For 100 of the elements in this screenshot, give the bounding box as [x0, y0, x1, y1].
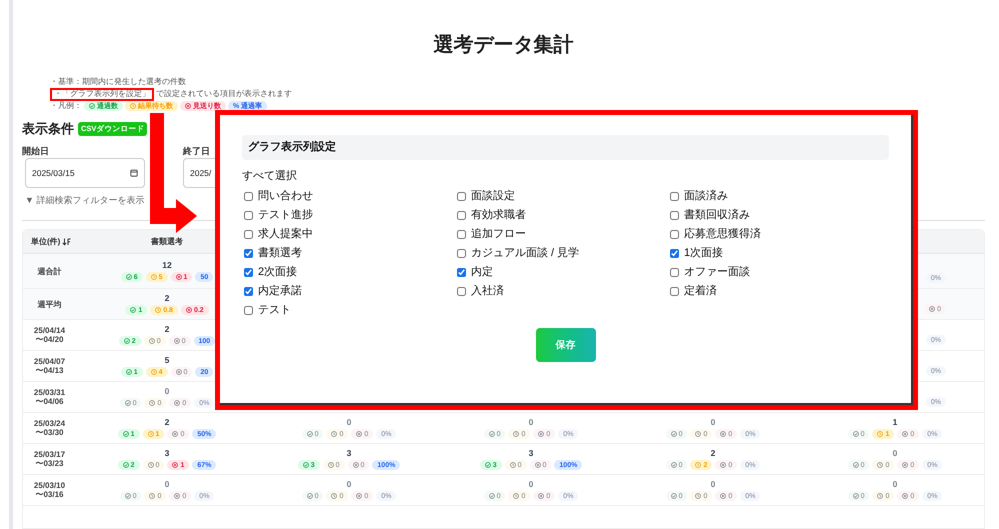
option-label: テスト進捗 — [258, 208, 313, 224]
row-label: 25/03/10 — [34, 481, 66, 490]
check-circle-icon — [124, 338, 130, 344]
clock-icon — [695, 493, 702, 499]
row-label: 25/03/24 — [34, 419, 66, 428]
row-label: 週合計 — [38, 266, 62, 276]
row-label: 〜04/06 — [35, 397, 64, 406]
field-label: 開始日 — [22, 145, 49, 157]
x-circle-icon — [185, 103, 191, 109]
filter-toggle[interactable]: ▼ 詳細検索フィルターを表示 — [25, 194, 144, 206]
check-circle-icon — [852, 431, 859, 437]
check-circle-icon — [852, 493, 859, 499]
x-circle-icon — [929, 306, 936, 312]
row-label: 週平均 — [38, 300, 62, 308]
checkbox[interactable] — [457, 192, 466, 201]
option-label: 書類回収済み — [684, 208, 750, 224]
row-label: 25/03/31 — [34, 388, 66, 397]
count-total: 1 — [892, 417, 898, 428]
checkbox[interactable] — [670, 268, 679, 277]
x-circle-icon — [720, 431, 726, 437]
option-label: 内定 — [471, 264, 493, 280]
checkbox[interactable] — [244, 211, 253, 220]
clock-icon — [513, 493, 520, 499]
sort-icon[interactable] — [62, 238, 72, 246]
clock-icon — [877, 493, 884, 499]
x-circle-icon — [176, 369, 182, 375]
page-title: 選考データ集計 — [434, 33, 574, 57]
checkbox[interactable] — [670, 249, 679, 258]
clock-icon — [513, 431, 520, 437]
checkbox[interactable] — [457, 230, 466, 239]
check-circle-icon — [670, 462, 677, 468]
checkbox[interactable] — [244, 287, 253, 296]
option-label: 書類選考 — [258, 246, 302, 262]
check-circle-icon — [124, 400, 131, 406]
count-total: 0 — [346, 479, 352, 490]
count-total: 5 — [164, 355, 170, 366]
clock-icon — [331, 431, 338, 437]
x-circle-icon — [902, 493, 908, 499]
row-label: 〜03/30 — [35, 428, 64, 437]
checkbox[interactable] — [244, 249, 253, 258]
column-header: 単位(件) — [31, 236, 60, 248]
option-label: 面談設定 — [471, 188, 515, 204]
checkbox[interactable] — [244, 230, 253, 239]
x-circle-icon — [174, 493, 180, 499]
clock-icon — [155, 307, 162, 313]
option-label: 求人提案中 — [258, 226, 313, 242]
x-circle-icon — [902, 462, 908, 468]
clock-icon — [149, 400, 156, 406]
checkbox[interactable] — [457, 249, 466, 258]
count-total: 0 — [710, 417, 716, 428]
select-all-link[interactable]: すべて選択 — [242, 168, 297, 184]
option-label: 定着済 — [684, 284, 717, 300]
checkbox[interactable] — [457, 268, 466, 277]
x-circle-icon — [174, 338, 180, 344]
checkbox[interactable] — [670, 287, 679, 296]
option-label: カジュアル面談 / 見学 — [471, 246, 580, 262]
x-circle-icon — [352, 462, 358, 468]
x-circle-icon — [176, 274, 182, 280]
check-circle-icon — [306, 493, 313, 499]
option-label: 入社済 — [471, 284, 504, 300]
check-circle-icon — [670, 431, 677, 437]
option-label: 2次面接 — [258, 264, 298, 280]
date-field[interactable]: 2025/03/15 — [25, 158, 145, 188]
x-circle-icon — [538, 493, 544, 499]
clock-icon — [150, 274, 157, 280]
note-text: で設定されている項目が表示されます — [156, 88, 292, 100]
checkbox[interactable] — [670, 230, 679, 239]
checkbox[interactable] — [244, 306, 253, 315]
clock-icon — [148, 338, 155, 344]
clock-icon — [148, 431, 154, 437]
count-total: 2 — [164, 293, 170, 304]
count-total: 2 — [164, 417, 170, 428]
row-label: 〜03/23 — [35, 459, 64, 468]
clock-icon — [877, 431, 884, 437]
row-label: 〜03/16 — [35, 490, 64, 499]
checkbox[interactable] — [670, 211, 679, 220]
note-text: ・基準：期間内に発生した選考の件数 — [50, 76, 186, 88]
clock-icon — [150, 369, 157, 375]
check-circle-icon — [306, 431, 313, 437]
checkbox[interactable] — [457, 287, 466, 296]
checkbox[interactable] — [244, 192, 253, 201]
option-label: 1次面接 — [684, 246, 724, 262]
checkbox[interactable] — [244, 268, 253, 277]
row-label: 〜04/20 — [35, 335, 64, 344]
checkbox[interactable] — [670, 192, 679, 201]
option-label: 問い合わせ — [258, 189, 313, 204]
count-total: 0 — [710, 479, 716, 490]
count-total: 0 — [892, 479, 898, 490]
note-text: ・「グラフ表示列を設定」 — [54, 88, 150, 100]
x-circle-icon — [174, 400, 180, 406]
check-circle-icon — [130, 307, 136, 313]
option-label: テスト — [258, 303, 291, 318]
x-circle-icon — [720, 462, 726, 468]
clock-icon — [130, 103, 136, 109]
option-label: 面談済み — [684, 188, 728, 204]
checkbox[interactable] — [457, 211, 466, 220]
row-label: 〜04/13 — [35, 366, 64, 375]
option-label: オファー面談 — [684, 265, 750, 280]
clock-icon — [148, 462, 154, 468]
x-circle-icon — [356, 493, 362, 499]
